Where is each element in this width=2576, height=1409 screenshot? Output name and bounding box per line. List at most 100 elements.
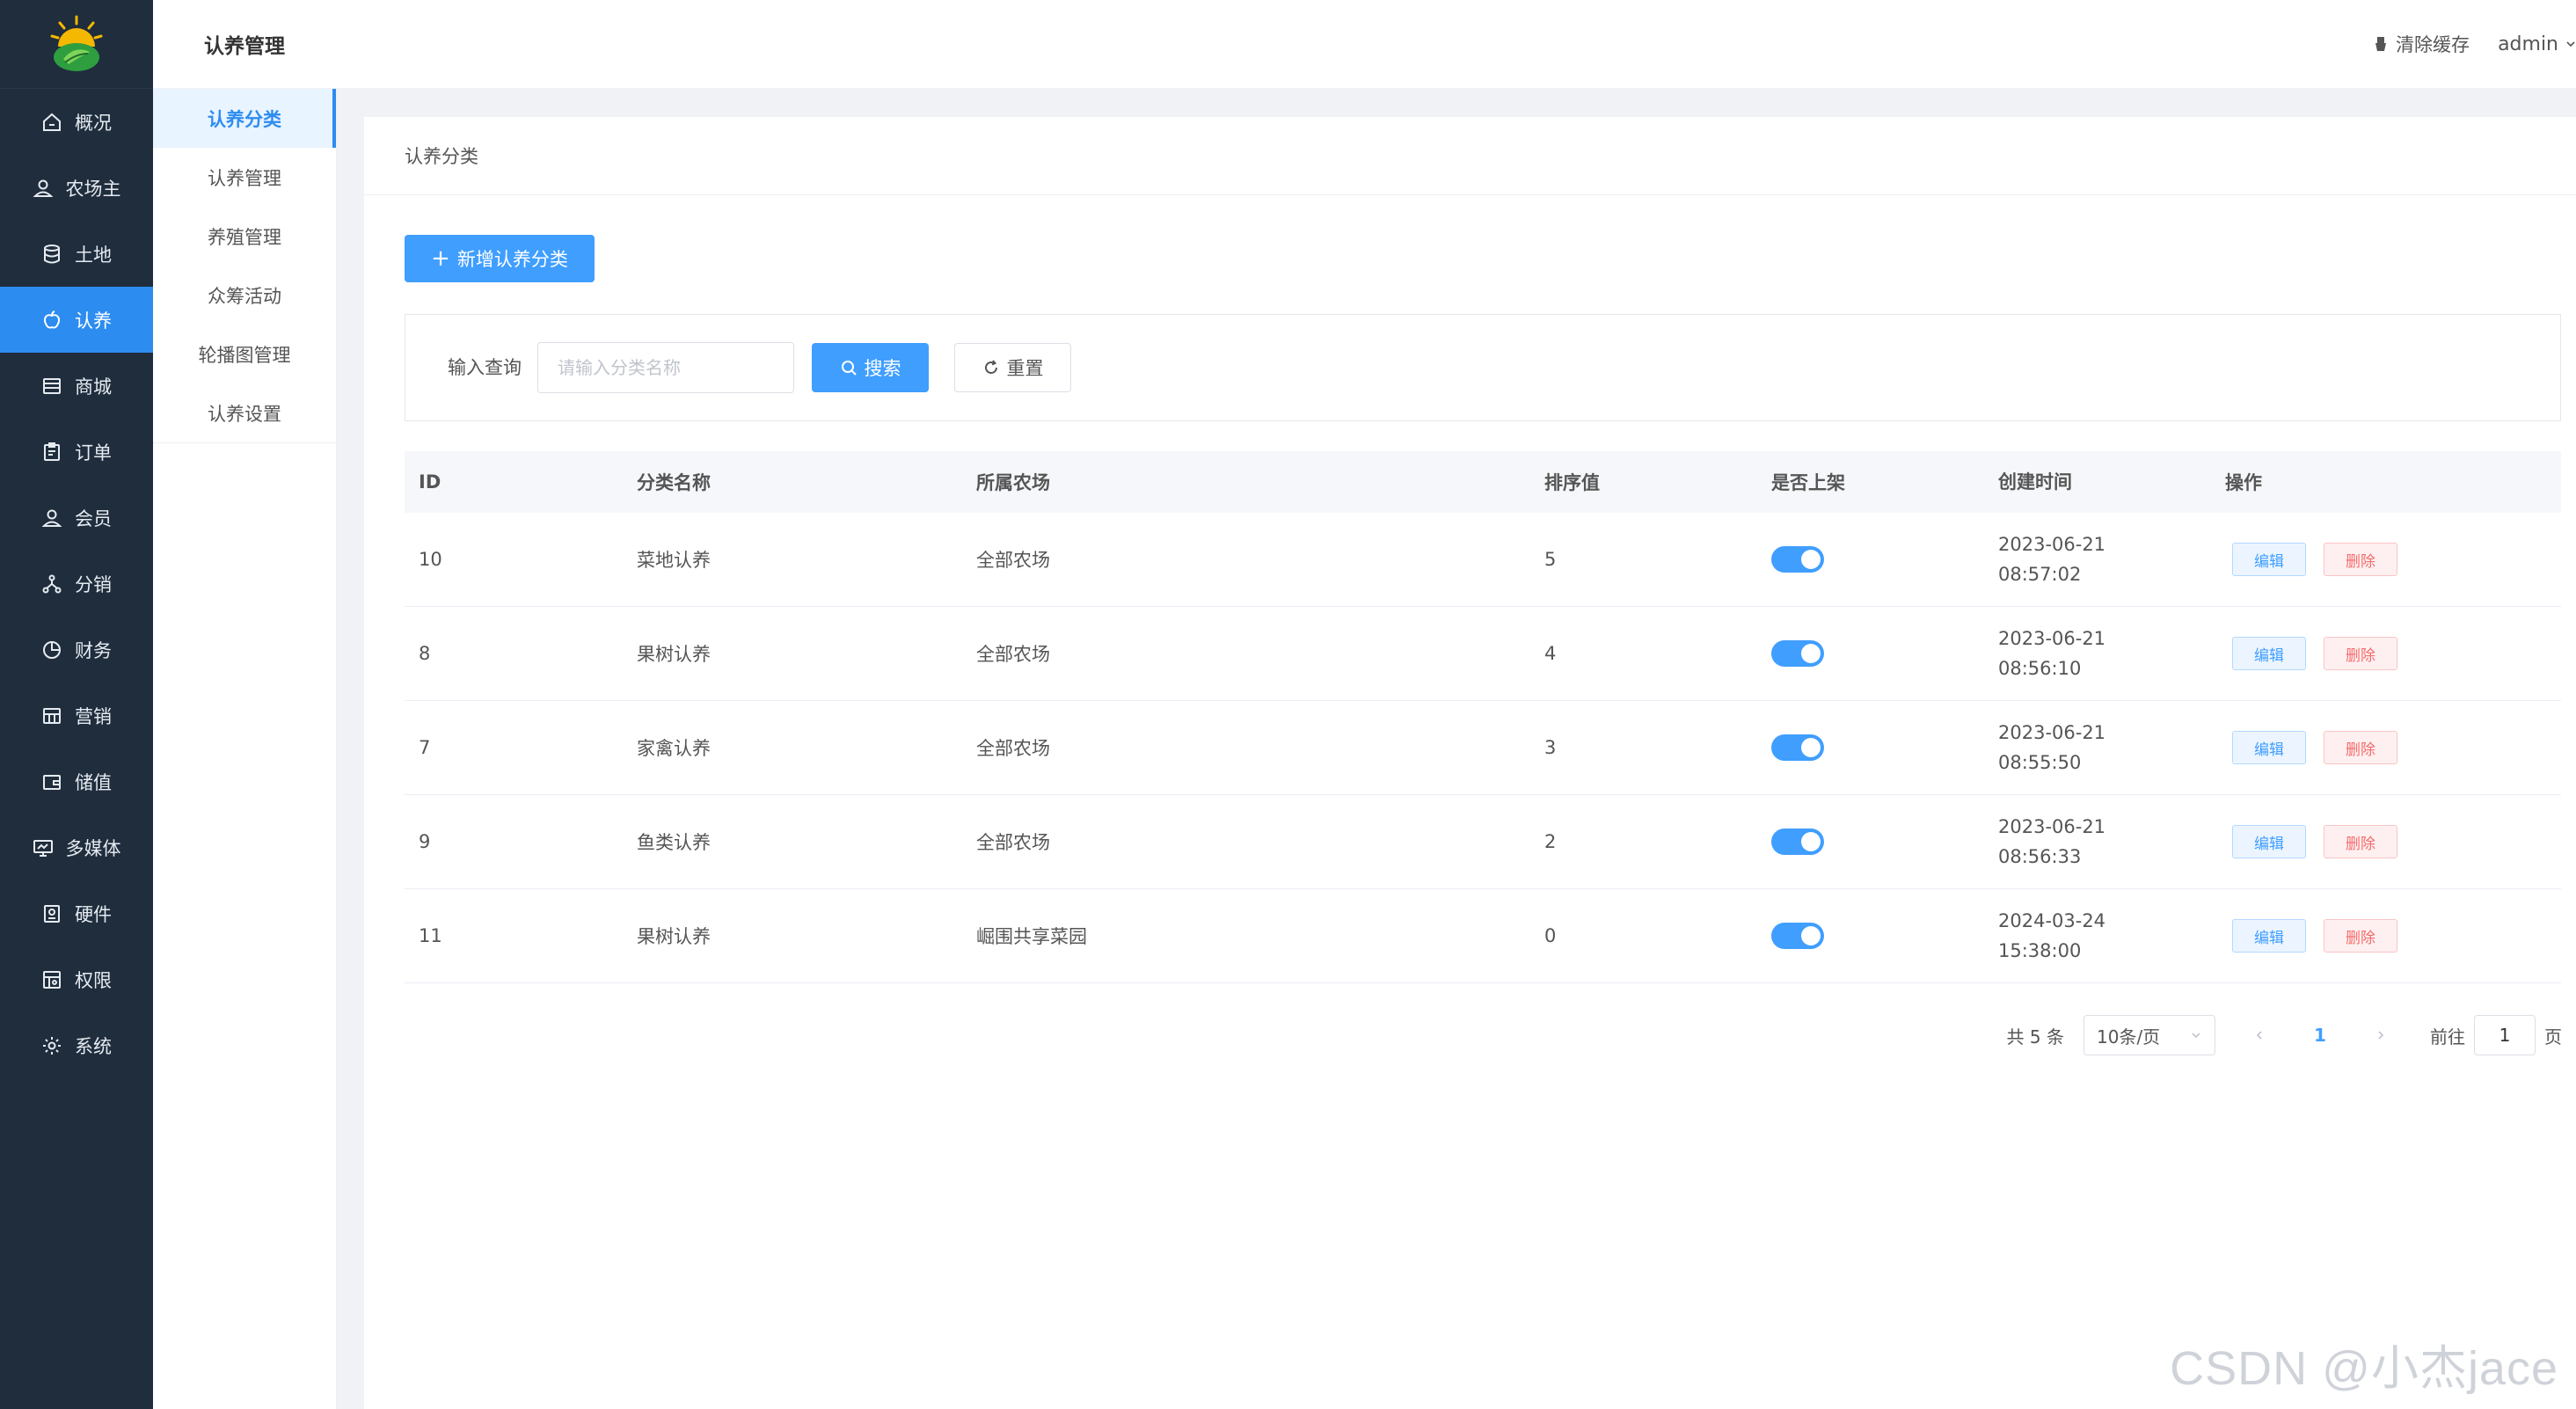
sidebar-item-label: 储值	[75, 771, 112, 793]
column-header-on-shelf[interactable]: 是否上架	[1771, 469, 1998, 495]
sidebar-item-14[interactable]: 系统	[0, 1012, 153, 1078]
on-shelf-toggle[interactable]	[1771, 923, 1824, 949]
sidebar-item-1[interactable]: 农场主	[0, 155, 153, 221]
user-menu[interactable]: admin	[2498, 33, 2576, 55]
next-page-button[interactable]	[2363, 1029, 2398, 1041]
cell-name: 果树认养	[637, 644, 711, 665]
on-shelf-toggle[interactable]	[1771, 734, 1824, 761]
database-icon	[41, 244, 62, 265]
cell-farm: 崛围共享菜园	[976, 926, 1087, 947]
search-button[interactable]: 搜索	[812, 343, 929, 392]
add-category-label: 新增认养分类	[456, 249, 568, 270]
sidebar-item-12[interactable]: 硬件	[0, 880, 153, 946]
chevron-right-icon	[2378, 1031, 2384, 1040]
column-header-actions: 操作	[2225, 472, 2262, 493]
user-icon	[33, 178, 54, 199]
cell-id: 8	[419, 643, 431, 664]
delete-button[interactable]: 删除	[2324, 543, 2397, 576]
cell-name: 鱼类认养	[637, 832, 711, 853]
goto-suffix: 页	[2544, 1026, 2562, 1048]
sidebar-item-2[interactable]: 土地	[0, 221, 153, 287]
secondary-sidebar: 认养管理 认养分类 认养管理 养殖管理 众筹活动 轮播图管理 认养设置	[153, 0, 337, 1409]
table-row: 10 菜地认养 全部农场 5 2023-06-21 08:57:02 编辑 删除	[405, 513, 2561, 607]
chevron-down-icon	[2566, 41, 2575, 47]
delete-button[interactable]: 删除	[2324, 637, 2397, 670]
column-header-name[interactable]: 分类名称	[637, 469, 976, 495]
created-time: 08:57:02	[1998, 564, 2082, 585]
top-bar: 清除缓存 admin	[336, 0, 2576, 88]
plus-icon: +	[431, 245, 450, 272]
created-time: 15:38:00	[1998, 940, 2082, 961]
column-header-id[interactable]: ID	[405, 471, 637, 493]
sidebar-item-7[interactable]: 分销	[0, 551, 153, 617]
subnav-item-0[interactable]: 认养分类	[153, 89, 336, 148]
sidebar-item-4[interactable]: 商城	[0, 353, 153, 419]
delete-button[interactable]: 删除	[2324, 919, 2397, 953]
sidebar-item-label: 农场主	[65, 178, 121, 200]
subnav-item-1[interactable]: 认养管理	[153, 148, 336, 207]
cell-on-shelf	[1771, 829, 1998, 855]
add-category-button[interactable]: + 新增认养分类	[405, 235, 595, 282]
sidebar-item-8[interactable]: 财务	[0, 617, 153, 683]
sidebar-item-label: 权限	[75, 969, 112, 991]
page-size-select[interactable]: 10条/页	[2083, 1015, 2215, 1055]
subnav-item-5[interactable]: 认养设置	[153, 383, 336, 442]
edit-button[interactable]: 编辑	[2232, 919, 2306, 953]
cell-id: 11	[419, 925, 442, 946]
column-header-created-time[interactable]: 创建时间	[1998, 467, 2225, 497]
subnav-item-3[interactable]: 众筹活动	[153, 266, 336, 325]
sidebar-item-13[interactable]: 权限	[0, 946, 153, 1012]
sidebar-item-5[interactable]: 订单	[0, 419, 153, 485]
sidebar-item-3[interactable]: 认养	[0, 287, 153, 353]
column-header-sort[interactable]: 排序值	[1544, 469, 1771, 495]
cell-actions: 编辑 删除	[2225, 543, 2561, 576]
device-icon	[41, 903, 62, 924]
delete-button[interactable]: 删除	[2324, 731, 2397, 764]
edit-button[interactable]: 编辑	[2232, 543, 2306, 576]
sidebar-item-11[interactable]: 多媒体	[0, 814, 153, 880]
cell-id: 9	[419, 831, 431, 852]
on-shelf-toggle[interactable]	[1771, 546, 1824, 573]
cell-name: 果树认养	[637, 926, 711, 947]
sidebar-item-label: 系统	[75, 1035, 112, 1057]
cell-actions: 编辑 删除	[2225, 919, 2561, 953]
sidebar-item-label: 订单	[75, 442, 112, 464]
created-date: 2023-06-21	[1998, 816, 2106, 837]
sidebar-item-10[interactable]: 储值	[0, 748, 153, 814]
search-input[interactable]	[537, 342, 794, 393]
search-icon	[841, 361, 857, 376]
created-time: 08:56:33	[1998, 846, 2082, 867]
broom-icon	[2375, 37, 2387, 51]
sidebar-item-0[interactable]: 概况	[0, 89, 153, 155]
delete-button[interactable]: 删除	[2324, 825, 2397, 858]
watermark: CSDN @小杰jace	[2170, 1342, 2558, 1395]
cell-sort: 2	[1544, 831, 1557, 852]
sidebar-item-label: 营销	[75, 705, 112, 727]
prev-page-button[interactable]	[2242, 1029, 2277, 1041]
app-logo[interactable]	[0, 0, 153, 89]
cell-on-shelf	[1771, 734, 1998, 761]
table-row: 7 家禽认养 全部农场 3 2023-06-21 08:55:50 编辑 删除	[405, 701, 2561, 795]
subnav-item-4[interactable]: 轮播图管理	[153, 325, 336, 383]
main-sidebar: 概况农场主土地认养 商城订单会员 分销 财务营销储值多媒体 硬件权限系统	[0, 0, 153, 1409]
clear-cache-button[interactable]: 清除缓存	[2373, 31, 2470, 57]
search-button-label: 搜索	[864, 358, 901, 379]
reset-button[interactable]: 重置	[954, 343, 1071, 392]
cell-farm: 全部农场	[976, 832, 1050, 853]
sidebar-item-6[interactable]: 会员	[0, 485, 153, 551]
page-number-current[interactable]: 1	[2300, 1025, 2340, 1046]
edit-button[interactable]: 编辑	[2232, 637, 2306, 670]
goto-page-input[interactable]	[2474, 1015, 2536, 1055]
edit-button[interactable]: 编辑	[2232, 731, 2306, 764]
on-shelf-toggle[interactable]	[1771, 829, 1824, 855]
sidebar-item-9[interactable]: 营销	[0, 683, 153, 748]
column-header-farm[interactable]: 所属农场	[976, 469, 1544, 495]
on-shelf-toggle[interactable]	[1771, 640, 1824, 667]
cell-created-time: 2023-06-21 08:56:33	[1998, 812, 2225, 872]
sidebar-item-label: 土地	[75, 244, 112, 266]
table-body: 10 菜地认养 全部农场 5 2023-06-21 08:57:02 编辑 删除 8 果树认养 全部…	[405, 513, 2561, 983]
cell-actions: 编辑 删除	[2225, 731, 2561, 764]
subnav-item-2[interactable]: 养殖管理	[153, 207, 336, 266]
cell-name: 家禽认养	[637, 738, 711, 759]
edit-button[interactable]: 编辑	[2232, 825, 2306, 858]
